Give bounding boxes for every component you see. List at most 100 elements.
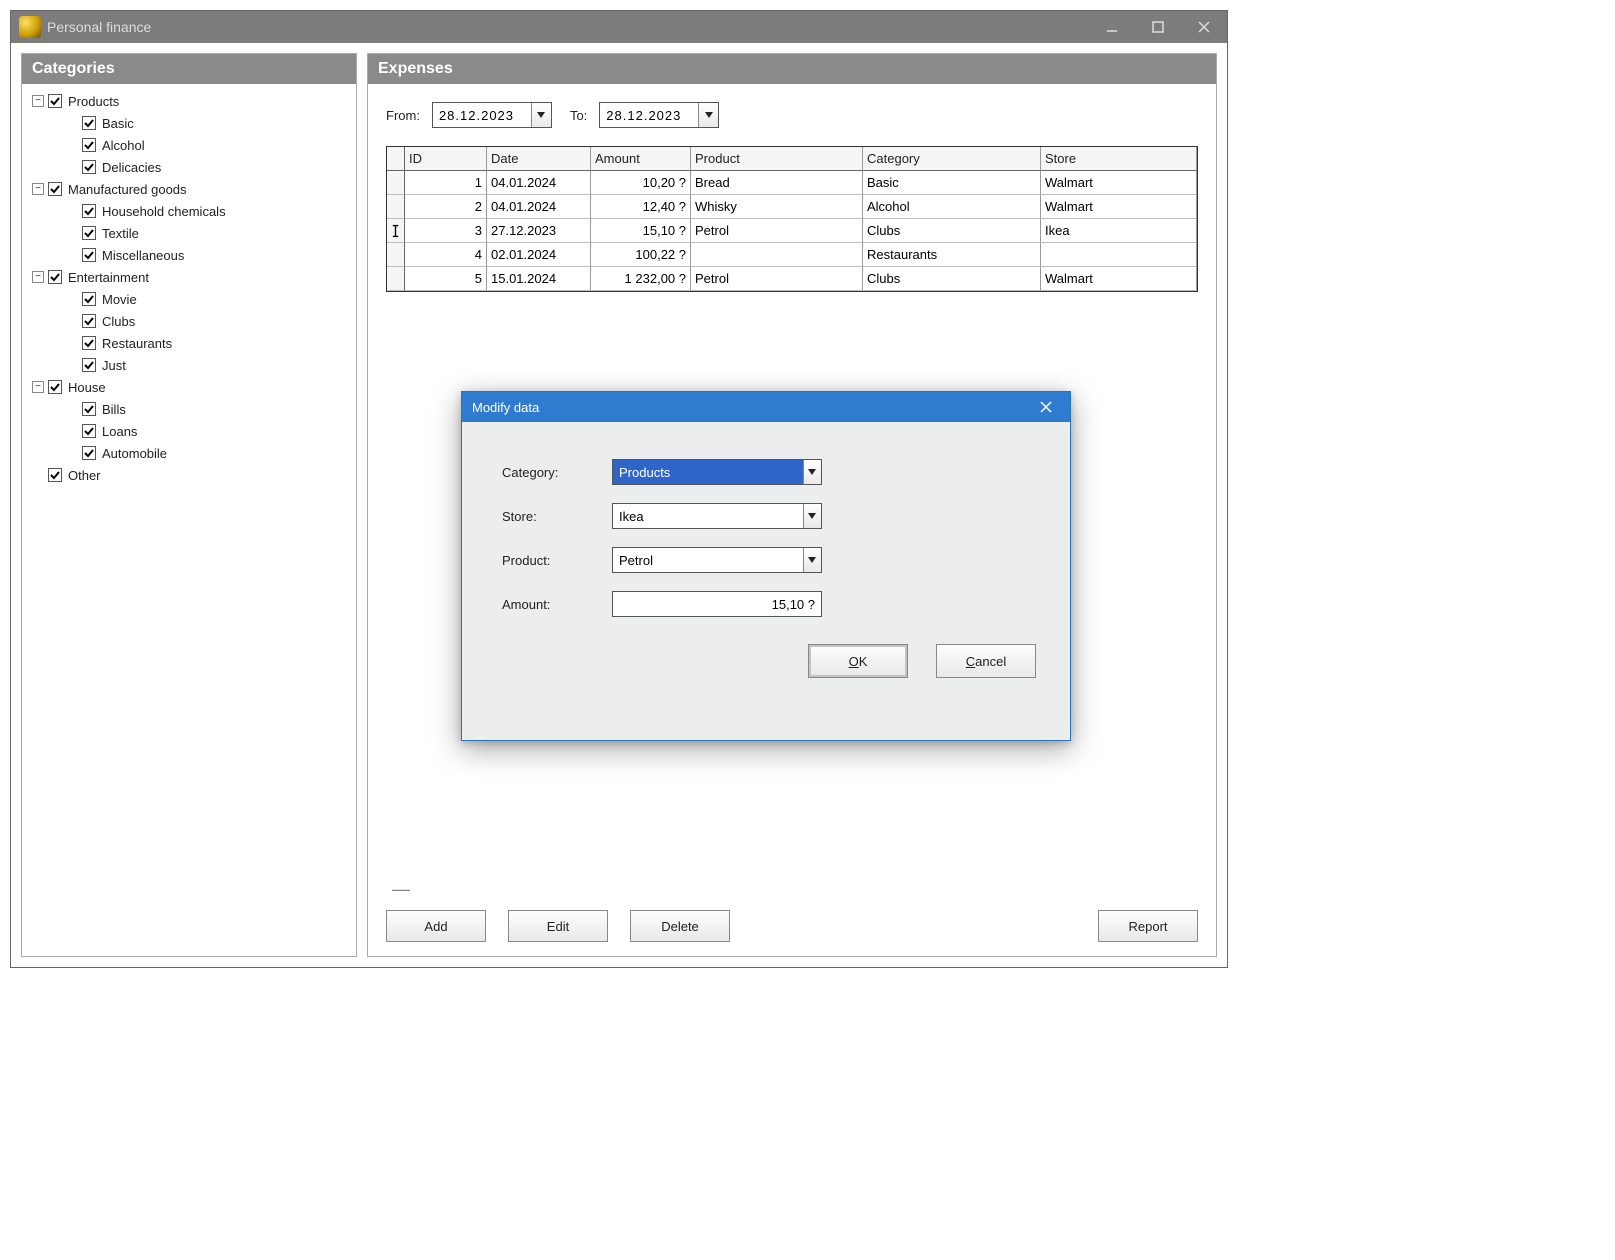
dialog-title-bar[interactable]: Modify data (462, 392, 1070, 422)
column-header-store: Store (1041, 147, 1197, 171)
tree-item[interactable]: Basic (28, 112, 350, 134)
minimize-button[interactable] (1089, 11, 1135, 43)
category-label: Category: (502, 465, 612, 480)
cancel-button[interactable]: Cancel (936, 644, 1036, 678)
add-button[interactable]: Add (386, 910, 486, 942)
table-row[interactable]: 515.01.20241 232,00 ?PetrolClubsWalmart (387, 267, 1197, 291)
amount-input[interactable]: 15,10 ? (612, 591, 822, 617)
tree-toggle-icon[interactable]: − (32, 95, 44, 107)
to-date-value[interactable] (600, 103, 698, 127)
to-date-input[interactable] (599, 102, 719, 128)
store-label: Store: (502, 509, 612, 524)
cell-date: 04.01.2024 (487, 195, 591, 219)
tree-checkbox[interactable] (82, 160, 96, 174)
tree-item[interactable]: Movie (28, 288, 350, 310)
from-date-dropdown-icon[interactable] (531, 103, 551, 127)
tree-checkbox[interactable] (82, 116, 96, 130)
from-date-input[interactable] (432, 102, 552, 128)
store-value[interactable] (613, 504, 803, 528)
tree-checkbox[interactable] (82, 248, 96, 262)
tree-checkbox[interactable] (82, 226, 96, 240)
product-value[interactable] (613, 548, 803, 572)
tree-toggle-icon[interactable]: − (32, 183, 44, 195)
tree-checkbox[interactable] (82, 402, 96, 416)
tree-item[interactable]: Bills (28, 398, 350, 420)
tree-checkbox[interactable] (48, 94, 62, 108)
tree-checkbox[interactable] (82, 424, 96, 438)
row-header-blank (387, 147, 405, 171)
tree-checkbox[interactable] (82, 358, 96, 372)
tree-item[interactable]: Miscellaneous (28, 244, 350, 266)
expenses-grid[interactable]: IDDateAmountProductCategoryStore104.01.2… (386, 146, 1198, 292)
tree-label: Other (66, 468, 101, 483)
to-date-dropdown-icon[interactable] (698, 103, 718, 127)
product-dropdown-icon[interactable] (803, 548, 821, 572)
tree-checkbox[interactable] (82, 314, 96, 328)
tree-item[interactable]: Automobile (28, 442, 350, 464)
tree-item[interactable]: −House (28, 376, 350, 398)
tree-checkbox[interactable] (82, 138, 96, 152)
categories-tree[interactable]: − Products BasicAlcoholDelicacies−Manufact… (22, 84, 356, 492)
store-combo[interactable] (612, 503, 822, 529)
tree-item[interactable]: Other (28, 464, 350, 486)
tree-label: Textile (100, 226, 139, 241)
dialog-close-button[interactable] (1032, 396, 1060, 418)
app-icon (19, 16, 41, 38)
title-bar[interactable]: Personal finance (11, 11, 1227, 43)
tree-checkbox[interactable] (48, 270, 62, 284)
delete-button[interactable]: Delete (630, 910, 730, 942)
category-dropdown-icon[interactable] (803, 460, 821, 484)
from-date-value[interactable] (433, 103, 531, 127)
cell-category: Clubs (863, 267, 1041, 291)
tree-label: Just (100, 358, 126, 373)
tree-item[interactable]: Alcohol (28, 134, 350, 156)
store-dropdown-icon[interactable] (803, 504, 821, 528)
tree-item[interactable]: Loans (28, 420, 350, 442)
categories-panel: Categories −ProductsBasicAlcoholDelicaci… (21, 53, 357, 957)
table-row[interactable]: 204.01.202412,40 ?WhiskyAlcoholWalmart (387, 195, 1197, 219)
tree-label: Products (66, 94, 119, 109)
product-combo[interactable] (612, 547, 822, 573)
tree-checkbox[interactable] (48, 182, 62, 196)
tree-checkbox[interactable] (48, 468, 62, 482)
tree-item[interactable]: Restaurants (28, 332, 350, 354)
from-label: From: (386, 108, 420, 123)
cell-amount: 15,10 ? (591, 219, 691, 243)
report-button[interactable]: Report (1098, 910, 1198, 942)
tree-item[interactable]: Clubs (28, 310, 350, 332)
tree-checkbox[interactable] (48, 380, 62, 394)
tree-item[interactable]: −Manufactured goods (28, 178, 350, 200)
tree-checkbox[interactable] (82, 336, 96, 350)
tree-checkbox[interactable] (82, 292, 96, 306)
edit-button[interactable]: Edit (508, 910, 608, 942)
table-row[interactable]: 402.01.2024100,22 ?Restaurants (387, 243, 1197, 267)
tree-item[interactable]: Delicacies (28, 156, 350, 178)
close-button[interactable] (1181, 11, 1227, 43)
product-label: Product: (502, 553, 612, 568)
tree-toggle-icon[interactable]: − (32, 381, 44, 393)
column-header-id: ID (405, 147, 487, 171)
column-header-category: Category (863, 147, 1041, 171)
category-value[interactable] (613, 460, 803, 484)
dialog-title: Modify data (472, 400, 1032, 415)
tree-item[interactable]: −Entertainment (28, 266, 350, 288)
maximize-button[interactable] (1135, 11, 1181, 43)
tree-item[interactable]: − Products (28, 90, 350, 112)
main-window: Personal finance Categories −ProductsBas… (10, 10, 1228, 968)
tree-item[interactable]: Household chemicals (28, 200, 350, 222)
table-row[interactable]: 104.01.202410,20 ?BreadBasicWalmart (387, 171, 1197, 195)
cell-amount: 10,20 ? (591, 171, 691, 195)
resize-grip[interactable]: — (392, 879, 410, 900)
cell-date: 27.12.2023 (487, 219, 591, 243)
cell-store: Walmart (1041, 267, 1197, 291)
table-row[interactable]: 327.12.202315,10 ?PetrolClubsIkea (387, 219, 1197, 243)
tree-label: Movie (100, 292, 137, 307)
tree-checkbox[interactable] (82, 204, 96, 218)
column-header-amount: Amount (591, 147, 691, 171)
tree-item[interactable]: Textile (28, 222, 350, 244)
tree-checkbox[interactable] (82, 446, 96, 460)
category-combo[interactable] (612, 459, 822, 485)
tree-item[interactable]: Just (28, 354, 350, 376)
tree-toggle-icon[interactable]: − (32, 271, 44, 283)
ok-button[interactable]: OK (808, 644, 908, 678)
